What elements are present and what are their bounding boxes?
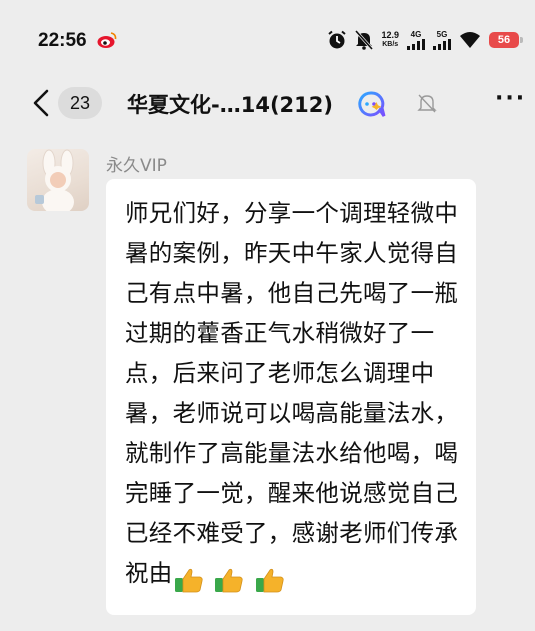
signal-5g: 5G xyxy=(433,29,451,50)
mute-bell-icon xyxy=(355,30,374,50)
status-time: 22:56 xyxy=(38,30,87,51)
signal-bars-icon xyxy=(407,38,425,50)
ai-assistant-icon[interactable] xyxy=(356,90,390,120)
signal-5g-label: 5G xyxy=(436,29,448,39)
net-speed: 12.9 KB/s xyxy=(381,31,399,49)
mute-notifications-icon[interactable] xyxy=(416,92,438,114)
signal-4g-label: 4G xyxy=(410,29,422,39)
chat-header: 23 华夏文化-…14(212) ··· xyxy=(0,78,535,130)
unread-count-badge[interactable]: 23 xyxy=(58,87,102,119)
avatar[interactable] xyxy=(27,149,89,211)
chat-title[interactable]: 华夏文化-…14(212) xyxy=(127,89,333,119)
signal-4g: 4G xyxy=(407,29,425,50)
avatar-image xyxy=(35,149,74,211)
message-text: 师兄们好，分享一个调理轻微中暑的案例，昨天中午家人觉得自己有点中暑，他自己先喝了… xyxy=(125,199,459,587)
thumbs-up-icon xyxy=(215,568,244,592)
weibo-icon xyxy=(97,32,117,48)
more-options-icon[interactable]: ··· xyxy=(495,86,526,111)
status-bar: 22:56 12.9 KB/s 4G 5G 56 xyxy=(0,0,535,80)
thumbs-up-icon xyxy=(256,568,284,592)
emoji-group xyxy=(174,558,289,598)
signal-bars-icon xyxy=(433,38,451,50)
status-icons: 12.9 KB/s 4G 5G 56 xyxy=(327,29,523,50)
wifi-icon xyxy=(460,32,480,48)
alarm-icon xyxy=(328,30,347,49)
back-arrow-icon[interactable] xyxy=(32,88,50,118)
thumbs-up-icon xyxy=(174,568,203,592)
message-bubble[interactable]: 师兄们好，分享一个调理轻微中暑的案例，昨天中午家人觉得自己有点中暑，他自己先喝了… xyxy=(106,179,476,615)
net-speed-unit: KB/s xyxy=(382,41,399,48)
net-speed-value: 12.9 xyxy=(381,30,399,40)
sender-name: 永久VIP xyxy=(106,156,167,176)
message-text-container: 师兄们好，分享一个调理轻微中暑的案例，昨天中午家人觉得自己有点中暑，他自己先喝了… xyxy=(125,193,460,598)
battery-indicator: 56 xyxy=(489,32,523,48)
